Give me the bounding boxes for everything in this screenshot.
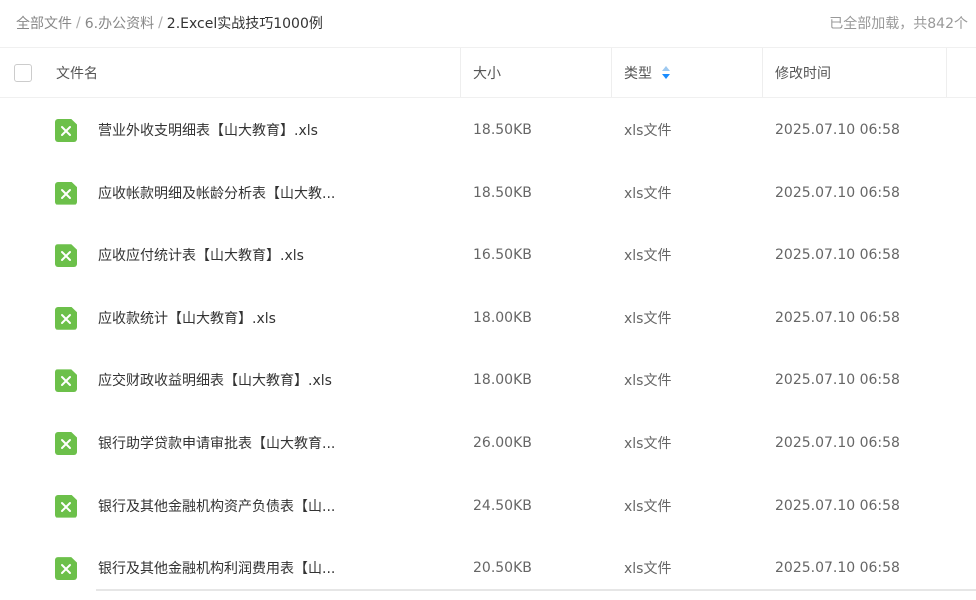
table-row[interactable]: 营业外收支明细表【山大教育】.xls 18.50KB xls文件 2025.07… <box>0 99 976 162</box>
xls-file-icon <box>55 369 77 393</box>
file-type: xls文件 <box>624 248 672 265</box>
column-header-type[interactable]: 类型 <box>624 48 671 97</box>
column-header-modified-label: 修改时间 <box>775 65 831 82</box>
column-header-modified[interactable]: 修改时间 <box>775 48 831 97</box>
column-divider <box>460 48 461 97</box>
table-row[interactable]: 应收应付统计表【山大教育】.xls 16.50KB xls文件 2025.07.… <box>0 224 976 287</box>
select-all-checkbox[interactable] <box>14 64 32 82</box>
file-name[interactable]: 应收应付统计表【山大教育】.xls <box>98 224 360 286</box>
file-type: xls文件 <box>624 185 672 202</box>
file-modified-time: 2025.07.10 06:58 <box>775 184 900 201</box>
file-modified-time: 2025.07.10 06:58 <box>775 372 900 389</box>
file-size: 16.50KB <box>473 247 532 264</box>
breadcrumb-item-all-files[interactable]: 全部文件 <box>16 13 72 33</box>
sort-ascending-arrow-icon <box>662 65 670 71</box>
column-header-name-label: 文件名 <box>56 65 98 82</box>
table-row[interactable]: 银行助学贷款申请审批表【山大教育... 26.00KB xls文件 2025.0… <box>0 412 976 475</box>
file-name[interactable]: 银行助学贷款申请审批表【山大教育... <box>98 412 360 474</box>
sort-descending-arrow-icon <box>662 73 670 79</box>
file-size: 18.50KB <box>473 122 532 138</box>
column-header-name[interactable]: 文件名 <box>56 48 98 97</box>
xls-file-icon <box>55 181 77 205</box>
xls-file-icon <box>55 431 77 455</box>
breadcrumb-item-office[interactable]: 6.办公资料 <box>85 13 154 33</box>
table-row[interactable]: 应收帐款明细及帐龄分析表【山大教... 18.50KB xls文件 2025.0… <box>0 162 976 225</box>
file-name[interactable]: 应收款统计【山大教育】.xls <box>98 287 360 349</box>
file-type: xls文件 <box>624 123 672 139</box>
file-size: 26.00KB <box>473 434 532 451</box>
file-list: 营业外收支明细表【山大教育】.xls 18.50KB xls文件 2025.07… <box>0 99 976 600</box>
loaded-count-status: 已全部加载，共842个 <box>829 16 968 32</box>
table-row[interactable]: 应收款统计【山大教育】.xls 18.00KB xls文件 2025.07.10… <box>0 287 976 350</box>
top-bar: 全部文件 / 6.办公资料 / 2.Excel实战技巧1000例 已全部加载，共… <box>0 0 976 46</box>
column-header-size-label: 大小 <box>473 65 501 82</box>
file-type: xls文件 <box>624 435 672 452</box>
file-size: 18.00KB <box>473 372 532 389</box>
table-header: 文件名 大小 类型 修改时间 <box>0 47 976 98</box>
sort-icon[interactable] <box>662 65 671 80</box>
column-divider <box>762 48 763 97</box>
column-header-type-label: 类型 <box>624 65 652 82</box>
file-name[interactable]: 应交财政收益明细表【山大教育】.xls <box>98 349 360 411</box>
file-type: xls文件 <box>624 498 672 515</box>
file-size: 18.50KB <box>473 184 532 201</box>
breadcrumb-separator: / <box>158 15 163 31</box>
file-type: xls文件 <box>624 310 672 327</box>
table-row[interactable]: 应交财政收益明细表【山大教育】.xls 18.00KB xls文件 2025.0… <box>0 349 976 412</box>
file-modified-time: 2025.07.10 06:58 <box>775 434 900 451</box>
file-type: xls文件 <box>624 373 672 390</box>
column-header-size[interactable]: 大小 <box>473 48 501 97</box>
xls-file-icon <box>55 494 77 518</box>
file-modified-time: 2025.07.10 06:58 <box>775 497 900 514</box>
file-modified-time: 2025.07.10 06:58 <box>775 309 900 326</box>
file-size: 18.00KB <box>473 309 532 326</box>
file-name[interactable]: 营业外收支明细表【山大教育】.xls <box>98 99 360 161</box>
xls-file-icon <box>55 557 77 581</box>
column-divider <box>611 48 612 97</box>
xls-file-icon <box>55 244 77 268</box>
breadcrumb: 全部文件 / 6.办公资料 / 2.Excel实战技巧1000例 <box>16 13 323 33</box>
xls-file-icon <box>55 306 77 330</box>
breadcrumb-separator: / <box>76 15 81 31</box>
file-name[interactable]: 应收帐款明细及帐龄分析表【山大教... <box>98 162 360 224</box>
table-row[interactable]: 银行及其他金融机构资产负债表【山... 24.50KB xls文件 2025.0… <box>0 475 976 538</box>
file-modified-time: 2025.07.10 06:58 <box>775 247 900 264</box>
breadcrumb-item-current: 2.Excel实战技巧1000例 <box>166 16 323 32</box>
file-name[interactable]: 银行及其他金融机构资产负债表【山... <box>98 475 360 537</box>
column-divider <box>946 48 947 97</box>
file-size: 24.50KB <box>473 497 532 514</box>
horizontal-scrollbar[interactable] <box>96 589 976 591</box>
file-modified-time: 2025.07.10 06:58 <box>775 122 900 138</box>
xls-file-icon <box>55 119 77 142</box>
